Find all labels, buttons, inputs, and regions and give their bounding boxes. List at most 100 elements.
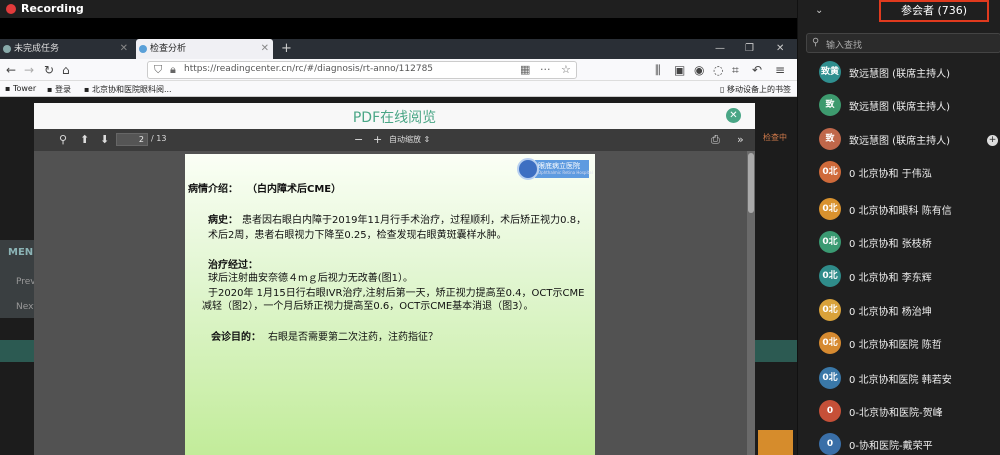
chat-icon[interactable]: ◌ xyxy=(713,62,723,78)
treatment-line-3: 减轻（图2），一个月后矫正视力提高至0.6，OCT示CME基本消退（图3）。 xyxy=(202,301,534,312)
print-icon[interactable]: ⎙ xyxy=(711,133,720,147)
screenshot-icon[interactable]: ⌗ xyxy=(732,62,739,78)
zoom-select[interactable]: 自动缩放 ⇕ xyxy=(389,134,430,145)
search-icon[interactable]: ⚲ xyxy=(59,133,67,147)
pdf-scrollbar[interactable] xyxy=(747,151,755,455)
new-tab-button[interactable]: + xyxy=(281,39,292,59)
participant-row[interactable]: 0北 0 北京协和 李东辉 xyxy=(819,265,997,287)
pdf-page: 眼底病立医院 Ophthalmic Retina Hospital 病情介绍： … xyxy=(185,154,595,455)
url-text: https://readingcenter.cn/rc/#/diagnosis/… xyxy=(184,64,434,74)
participant-row[interactable]: 0北 0 北京协和眼科 陈有信 xyxy=(819,198,997,220)
page-number-input[interactable]: 2 xyxy=(116,133,148,146)
close-tab-icon[interactable]: ✕ xyxy=(261,39,269,59)
avatar: 0北 xyxy=(819,367,841,389)
bookmark-login[interactable]: ▪ 登录 xyxy=(47,84,71,95)
participant-row[interactable]: 0 0-北京协和医院-贺峰 xyxy=(819,400,997,422)
orange-button[interactable] xyxy=(758,430,793,455)
tab-favicon-icon xyxy=(139,45,147,53)
star-icon[interactable]: ☆ xyxy=(561,63,571,76)
avatar: 0 xyxy=(819,400,841,422)
participant-name: 0 北京协和眼科 陈有信 xyxy=(849,206,952,217)
tab-analysis[interactable]: 检查分析 ✕ xyxy=(136,39,273,59)
participant-name: 0 北京协和 于伟泓 xyxy=(849,169,932,180)
avatar: 0北 xyxy=(819,198,841,220)
forward-icon[interactable]: → xyxy=(24,62,34,78)
chevron-down-icon[interactable]: ⌄ xyxy=(815,5,823,16)
browser-nav-bar: ← → ↻ ⌂ ⛉ 🔒︎ https://readingcenter.cn/rc… xyxy=(0,59,797,81)
maximize-icon[interactable]: ❐ xyxy=(745,39,754,59)
minimize-icon[interactable]: — xyxy=(715,39,725,59)
bookmark-site[interactable]: ▪ 北京协和医院眼科阅... xyxy=(84,84,172,95)
tab-label: 检查分析 xyxy=(150,44,187,54)
participant-row[interactable]: 0北 0 北京协和医院 韩若安 xyxy=(819,367,997,389)
participant-row[interactable]: 0北 0 北京协和医院 陈哲 xyxy=(819,332,997,354)
library-icon[interactable]: ⫼ xyxy=(655,62,661,78)
bookmark-label: 登录 xyxy=(54,85,71,94)
right-green-bar xyxy=(755,340,797,362)
recording-label: Recording xyxy=(21,2,84,15)
participant-name: 0 北京协和医院 韩若安 xyxy=(849,375,952,386)
qr-icon[interactable]: ▦ xyxy=(520,63,530,76)
reload-icon[interactable]: ↻ xyxy=(44,62,54,78)
history-label: 病史： xyxy=(208,215,238,226)
search-placeholder: 输入查找 xyxy=(826,41,863,51)
participant-search-input[interactable]: ⚲ 输入查找 xyxy=(806,33,1000,53)
participants-header: ⌄ 参会者 (736) xyxy=(798,0,1000,30)
undo-icon[interactable]: ↶ xyxy=(752,62,762,78)
more-tools-icon[interactable]: » xyxy=(737,133,744,147)
logo-subtitle: Ophthalmic Retina Hospital xyxy=(538,170,593,175)
participant-row[interactable]: 0北 0 北京协和 张枝桥 xyxy=(819,231,997,253)
participant-row[interactable]: 0北 0 北京协和 于伟泓 xyxy=(819,161,997,183)
participant-name: 0-北京协和医院-贺峰 xyxy=(849,408,943,419)
avatar: 致黄 xyxy=(819,61,841,83)
avatar: 0北 xyxy=(819,231,841,253)
avatar: 0北 xyxy=(819,161,841,183)
menu-label: MEN xyxy=(8,247,34,258)
heading-value: （白内障术后CME） xyxy=(247,184,342,195)
history-line-1: 患者因右眼白内障于2019年11月行手术治疗，过程顺利，术后矫正视力0.8， xyxy=(242,215,587,226)
account-icon[interactable]: ◉ xyxy=(694,62,704,78)
add-icon[interactable]: + xyxy=(987,135,998,146)
next-page-icon[interactable]: ⬇ xyxy=(100,133,109,147)
tab-unfinished-tasks[interactable]: 未完成任务 ✕ xyxy=(0,39,132,59)
shield-icon: ⛉ xyxy=(154,63,163,76)
home-icon[interactable]: ⌂ xyxy=(62,62,70,78)
modal-title: PDF在线阅览 xyxy=(352,110,437,126)
modal-header: PDF在线阅览 ✕ xyxy=(34,103,755,129)
close-window-icon[interactable]: ✕ xyxy=(776,39,784,59)
prev-link[interactable]: Prev xyxy=(16,277,36,287)
page-actions-icon[interactable]: ··· xyxy=(540,63,551,76)
pdf-viewer[interactable]: 眼底病立医院 Ophthalmic Retina Hospital 病情介绍： … xyxy=(34,151,755,455)
menu-icon[interactable]: ≡ xyxy=(775,62,785,78)
left-green-bar xyxy=(0,340,34,362)
bookmark-mobile[interactable]: ▯ 移动设备上的书签 xyxy=(720,84,791,95)
participant-name: 0 北京协和 杨治坤 xyxy=(849,307,932,318)
participant-row[interactable]: 0 0-协和医院-戴荣平 xyxy=(819,433,997,455)
participant-name: 致远慧图 (联席主持人) xyxy=(849,102,950,113)
participant-name: 0 北京协和 李东辉 xyxy=(849,273,932,284)
modal-close-icon[interactable]: ✕ xyxy=(726,108,741,123)
recording-bar: Recording xyxy=(0,0,797,18)
recording-indicator-icon xyxy=(6,4,16,14)
previous-page-icon[interactable]: ⬆ xyxy=(80,133,89,147)
bookmark-label: Tower xyxy=(12,84,37,93)
purpose-label: 会诊目的： xyxy=(211,332,261,343)
bookmark-label: 北京协和医院眼科阅... xyxy=(91,85,172,94)
scrollbar-thumb[interactable] xyxy=(748,153,754,213)
back-icon[interactable]: ← xyxy=(6,62,16,78)
participant-row[interactable]: 致致远慧图 (联席主持人) xyxy=(819,94,997,116)
zoom-out-icon[interactable]: − xyxy=(354,133,363,147)
url-bar[interactable]: ⛉ 🔒︎ https://readingcenter.cn/rc/#/diagn… xyxy=(147,61,577,79)
close-tab-icon[interactable]: ✕ xyxy=(120,39,128,59)
logo-banner: 眼底病立医院 Ophthalmic Retina Hospital xyxy=(535,160,593,178)
participant-row[interactable]: 0北 0 北京协和 杨治坤 xyxy=(819,299,997,321)
participant-row[interactable]: 致致远慧图 (联席主持人) xyxy=(819,128,997,150)
participant-row[interactable]: 致黄 致远慧图 (联席主持人) xyxy=(819,61,997,83)
pdf-modal: PDF在线阅览 ✕ ⚲ ⬆ ⬇ 2 / 13 − + 自动缩放 ⇕ ⎙ » 眼底… xyxy=(34,103,755,455)
zoom-value: 自动缩放 xyxy=(389,135,421,144)
participant-name: 0-协和医院-戴荣平 xyxy=(849,441,933,452)
avatar: 致 xyxy=(819,128,841,150)
reader-icon[interactable]: ▣ xyxy=(674,62,685,78)
zoom-in-icon[interactable]: + xyxy=(373,133,382,147)
bookmark-tower[interactable]: ▪ Tower xyxy=(5,84,36,93)
